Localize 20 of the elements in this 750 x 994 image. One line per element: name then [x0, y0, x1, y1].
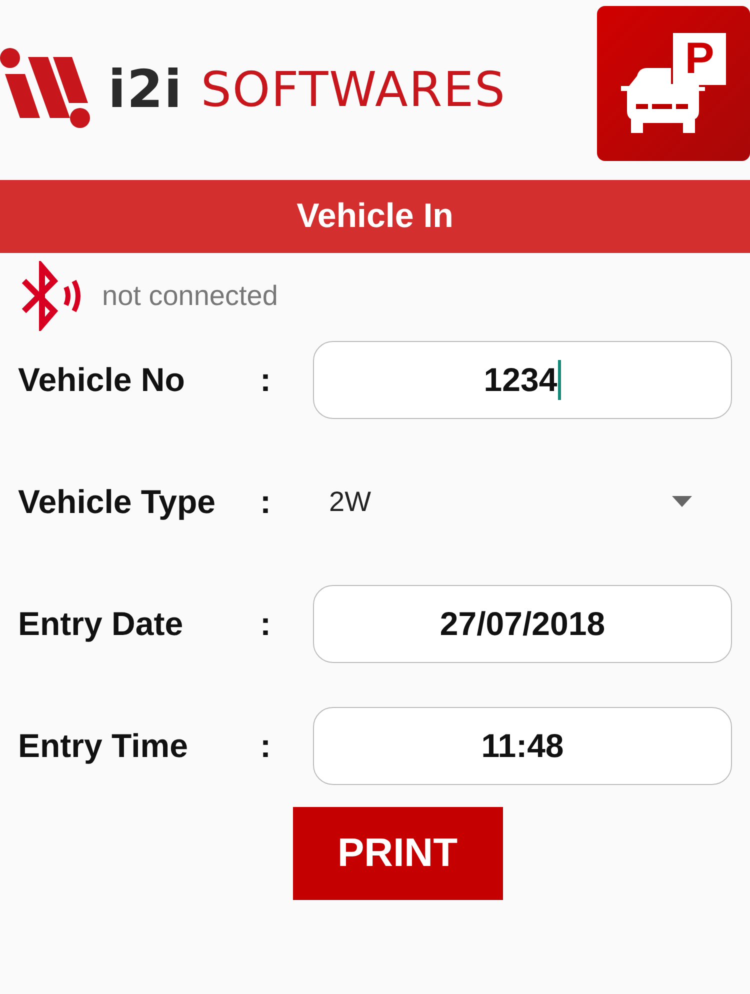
parking-sign: P	[673, 33, 726, 85]
input-field[interactable]: 11:48	[313, 707, 732, 785]
title-bar: Vehicle In	[0, 180, 750, 253]
field-label: Entry Time	[17, 727, 189, 765]
input-field[interactable]: 27/07/2018	[313, 585, 732, 663]
status-text: not connected	[102, 280, 278, 312]
caret-icon	[672, 496, 692, 508]
field-label: Vehicle Type	[17, 483, 216, 521]
colon: :	[260, 361, 272, 399]
logo-text: SOFTWARES	[200, 62, 506, 118]
colon: :	[260, 605, 272, 643]
logo-text: i2i	[108, 60, 183, 120]
type-dropdown[interactable]: 2W	[313, 463, 732, 541]
print-button[interactable]: PRINT	[292, 807, 502, 900]
input-field[interactable]: 1234	[313, 341, 732, 419]
colon: :	[260, 483, 272, 521]
field-label: Entry Date	[17, 605, 184, 643]
field-label: Vehicle No	[17, 361, 186, 399]
colon: :	[260, 727, 272, 765]
logo-icon	[0, 47, 92, 131]
